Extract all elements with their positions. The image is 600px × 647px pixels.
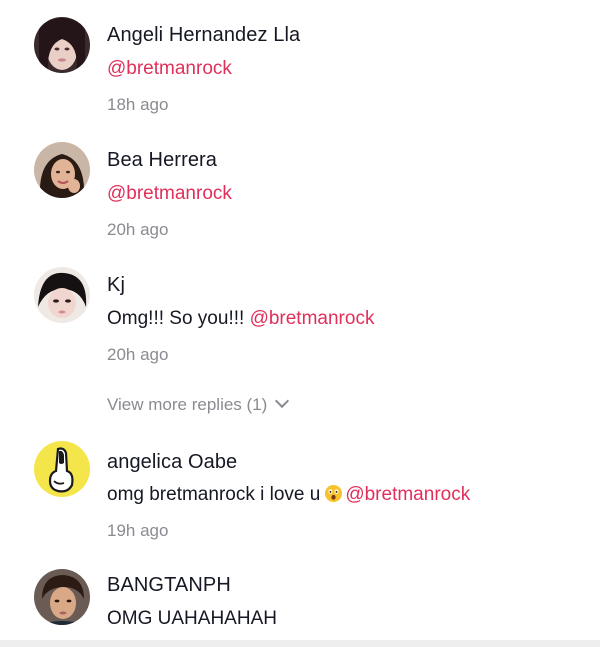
comment-text: OMG UAHAHAHAH (107, 608, 277, 630)
astonished-face-emoji (324, 484, 343, 503)
comment-timestamp: 20h ago (107, 220, 169, 239)
comment-body: omg bretmanrock i love u (107, 484, 321, 505)
comment-username[interactable]: angelica Oabe (107, 451, 237, 474)
mention-link[interactable]: @bretmanrock (107, 183, 232, 204)
chevron-down-icon (275, 393, 290, 409)
mention-link[interactable]: @bretmanrock (250, 308, 375, 329)
view-more-replies-label: View more replies (1) (107, 395, 268, 414)
mention-link[interactable]: @bretmanrock (107, 58, 232, 79)
avatar[interactable] (34, 267, 90, 323)
comment-text: @bretmanrock (107, 58, 232, 80)
divider (0, 640, 600, 647)
comment-text: omg bretmanrock i love u @bretmanrock (107, 484, 470, 506)
comment-body: Omg!!! So you!!! (107, 308, 250, 329)
comment-text: @bretmanrock (107, 183, 232, 205)
comment-timestamp: 18h ago (107, 95, 169, 114)
view-more-replies-button[interactable]: View more replies (1) (107, 393, 290, 415)
mention-link[interactable]: @bretmanrock (345, 484, 470, 505)
comment-username[interactable]: Angeli Hernandez Lla (107, 24, 300, 47)
comment-username[interactable]: Kj (107, 274, 125, 297)
comment-body: OMG UAHAHAHAH (107, 608, 277, 629)
avatar[interactable] (34, 569, 90, 625)
comment-username[interactable]: Bea Herrera (107, 149, 217, 172)
comment-text: Omg!!! So you!!! @bretmanrock (107, 308, 374, 330)
avatar[interactable] (34, 441, 90, 497)
comment-timestamp: 19h ago (107, 521, 169, 540)
avatar[interactable] (34, 142, 90, 198)
comment-username[interactable]: BANGTANPH (107, 574, 231, 597)
comment-timestamp: 20h ago (107, 345, 169, 364)
avatar[interactable] (34, 17, 90, 73)
comment-list: Angeli Hernandez Lla @bretmanrock 18h ag… (0, 0, 600, 647)
